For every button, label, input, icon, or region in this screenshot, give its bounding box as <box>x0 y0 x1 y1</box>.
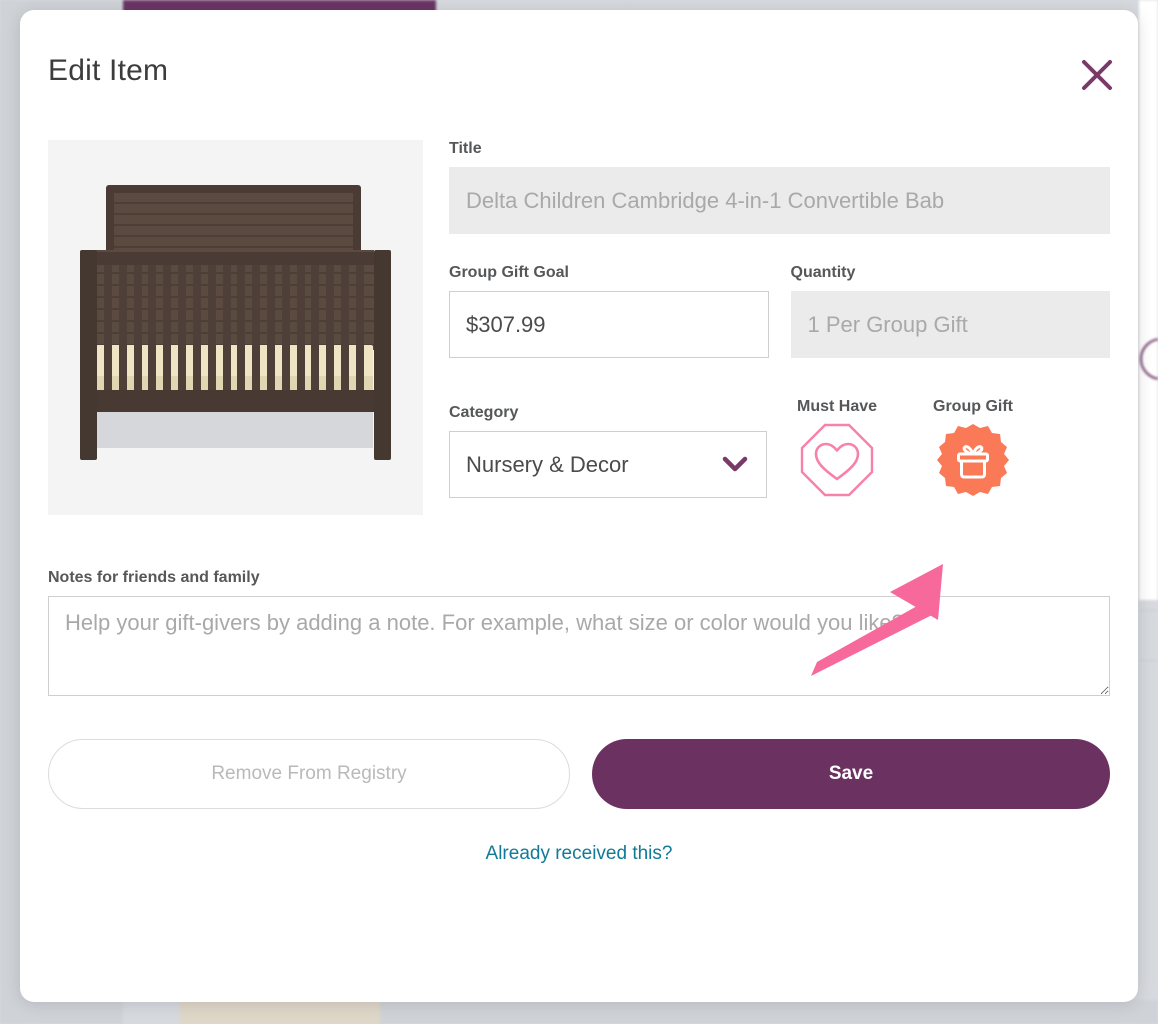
page-title: Edit Item <box>48 54 168 88</box>
already-received-row: Already received this? <box>48 843 1110 865</box>
title-label: Title <box>449 140 1110 158</box>
category-group: Category Nursery & Decor <box>449 404 767 498</box>
close-icon[interactable] <box>1078 56 1116 94</box>
group-gift-label: Group Gift <box>925 398 1021 416</box>
gift-badge-icon <box>935 422 1011 498</box>
must-have-toggle[interactable]: Must Have <box>789 398 885 498</box>
notes-group: Notes for friends and family <box>48 569 1110 701</box>
group-gift-goal-input[interactable] <box>449 291 769 358</box>
modal-body: Title Group Gift Goal Quantity Category <box>48 140 1110 865</box>
quantity-input[interactable] <box>791 291 1111 358</box>
group-gift-goal-group: Group Gift Goal <box>449 264 769 358</box>
group-gift-toggle[interactable]: Group Gift <box>925 398 1021 498</box>
crib-illustration <box>48 140 423 515</box>
notes-textarea[interactable] <box>48 596 1110 696</box>
fields-column: Title Group Gift Goal Quantity Category <box>449 140 1110 515</box>
group-gift-goal-label: Group Gift Goal <box>449 264 769 282</box>
category-toggles-row: Category Nursery & Decor M <box>449 398 1110 498</box>
notes-label: Notes for friends and family <box>48 569 1110 587</box>
already-received-link[interactable]: Already received this? <box>486 843 673 864</box>
quantity-label: Quantity <box>791 264 1111 282</box>
background-right-card <box>1139 0 1158 600</box>
edit-item-modal: Edit Item <box>20 10 1138 1002</box>
category-selected-value: Nursery & Decor <box>466 452 629 478</box>
action-buttons: Remove From Registry Save <box>48 739 1110 809</box>
product-image <box>48 140 423 515</box>
background-divider <box>1139 610 1158 611</box>
must-have-label: Must Have <box>789 398 885 416</box>
background-divider <box>1139 660 1158 661</box>
category-label: Category <box>449 404 767 422</box>
title-input[interactable] <box>449 167 1110 234</box>
modal-header: Edit Item <box>20 10 1138 130</box>
chevron-down-icon <box>722 452 748 478</box>
save-button[interactable]: Save <box>592 739 1110 809</box>
goal-quantity-row: Group Gift Goal Quantity <box>449 264 1110 358</box>
toggle-group: Must Have Group Gift <box>789 398 1021 498</box>
heart-octagon-icon <box>799 422 875 498</box>
remove-from-registry-button[interactable]: Remove From Registry <box>48 739 570 809</box>
quantity-group: Quantity <box>791 264 1111 358</box>
upper-section: Title Group Gift Goal Quantity Category <box>48 140 1110 515</box>
category-select[interactable]: Nursery & Decor <box>449 431 767 498</box>
